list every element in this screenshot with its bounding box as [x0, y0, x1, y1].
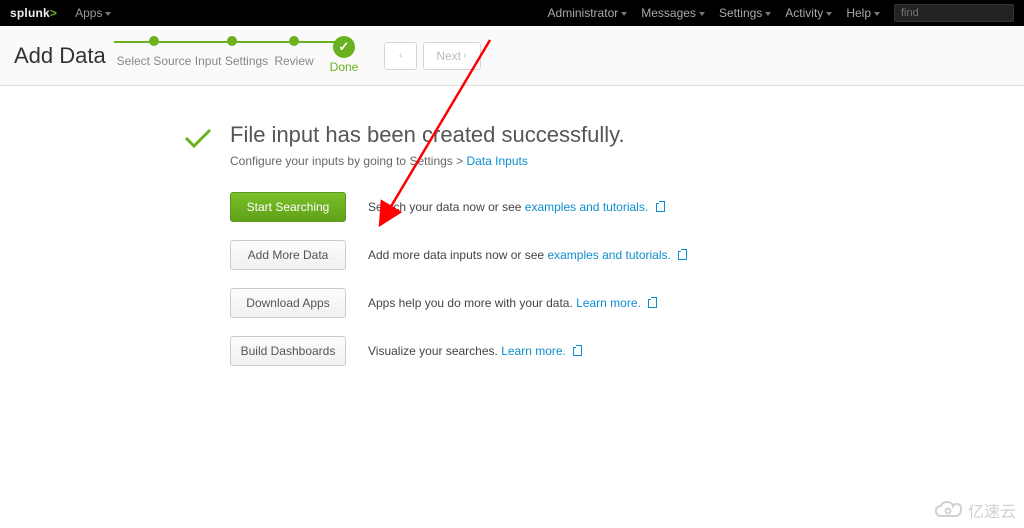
start-searching-button[interactable]: Start Searching: [230, 192, 346, 222]
main-content: File input has been created successfully…: [0, 86, 1024, 384]
action-desc: Apps help you do more with your data. Le…: [368, 296, 657, 310]
administrator-menu[interactable]: Administrator: [548, 6, 628, 20]
external-link-icon: [678, 251, 687, 260]
action-row-download-apps: Download Apps Apps help you do more with…: [230, 288, 1024, 318]
examples-tutorials-link[interactable]: examples and tutorials.: [525, 200, 648, 214]
chevron-down-icon: [765, 12, 771, 16]
success-subline: Configure your inputs by going to Settin…: [230, 154, 1024, 168]
success-headline: File input has been created successfully…: [230, 122, 1024, 148]
data-inputs-link[interactable]: Data Inputs: [466, 154, 527, 168]
brand-logo[interactable]: splunk>: [10, 6, 57, 20]
wizard-step-label: Select Source: [117, 54, 192, 68]
action-row-start-searching: Start Searching Search your data now or …: [230, 192, 1024, 222]
step-dot-icon: [149, 36, 159, 46]
global-search-input[interactable]: [895, 5, 1013, 21]
desc-prefix: Add more data inputs now or see: [368, 248, 547, 262]
success-check-icon: [184, 128, 212, 148]
wizard-step-label: Input Settings: [195, 54, 268, 68]
success-gutter: [0, 122, 230, 384]
build-dashboards-button[interactable]: Build Dashboards: [230, 336, 346, 366]
chevron-right-icon: ›: [463, 50, 466, 61]
add-more-data-button[interactable]: Add More Data: [230, 240, 346, 270]
subline-prefix: Configure your inputs by going to Settin…: [230, 154, 466, 168]
content-column: File input has been created successfully…: [230, 122, 1024, 384]
topbar-right: Administrator Messages Settings Activity…: [548, 4, 1014, 22]
apps-menu[interactable]: Apps: [75, 6, 111, 20]
wizard-step-label: Done: [330, 60, 359, 74]
watermark-text: 亿速云: [968, 498, 1016, 522]
desc-prefix: Visualize your searches.: [368, 344, 501, 358]
examples-tutorials-link[interactable]: examples and tutorials.: [547, 248, 670, 262]
wizard-step-label: Review: [274, 54, 313, 68]
page-header: Add Data Select Source Input Settings Re…: [0, 26, 1024, 86]
settings-menu[interactable]: Settings: [719, 6, 771, 20]
brand-suffix: >: [50, 6, 57, 20]
brand-text: splunk: [10, 6, 50, 20]
apps-menu-label: Apps: [75, 6, 102, 20]
external-link-icon: [648, 299, 657, 308]
action-desc: Search your data now or see examples and…: [368, 200, 665, 214]
wizard-connector: [269, 41, 336, 43]
cloud-icon: [934, 501, 964, 519]
chevron-left-icon: ‹: [399, 50, 402, 61]
action-row-build-dashboards: Build Dashboards Visualize your searches…: [230, 336, 1024, 366]
action-row-add-more-data: Add More Data Add more data inputs now o…: [230, 240, 1024, 270]
page-title: Add Data: [14, 43, 114, 69]
action-desc: Add more data inputs now or see examples…: [368, 248, 687, 262]
messages-menu[interactable]: Messages: [641, 6, 705, 20]
action-desc: Visualize your searches. Learn more.: [368, 344, 582, 358]
help-menu[interactable]: Help: [846, 6, 880, 20]
topbar: splunk> Apps Administrator Messages Sett…: [0, 0, 1024, 26]
activity-menu[interactable]: Activity: [785, 6, 832, 20]
chevron-down-icon: [826, 12, 832, 16]
chevron-down-icon: [874, 12, 880, 16]
external-link-icon: [656, 203, 665, 212]
desc-prefix: Apps help you do more with your data.: [368, 296, 576, 310]
next-button-label: Next: [436, 49, 461, 63]
download-apps-button[interactable]: Download Apps: [230, 288, 346, 318]
step-dot-icon: [289, 36, 299, 46]
chevron-down-icon: [105, 12, 111, 16]
learn-more-link[interactable]: Learn more.: [501, 344, 566, 358]
global-search[interactable]: [894, 4, 1014, 22]
watermark: 亿速云: [934, 498, 1016, 522]
next-button[interactable]: Next›: [423, 42, 481, 70]
chevron-down-icon: [621, 12, 627, 16]
desc-prefix: Search your data now or see: [368, 200, 525, 214]
learn-more-link[interactable]: Learn more.: [576, 296, 641, 310]
external-link-icon: [573, 347, 582, 356]
wizard-steps: Select Source Input Settings Review Done: [114, 36, 354, 76]
step-done-check-icon: [333, 36, 355, 58]
chevron-down-icon: [699, 12, 705, 16]
wizard-nav-buttons: ‹ Next›: [384, 42, 481, 70]
back-button[interactable]: ‹: [384, 42, 417, 70]
step-dot-icon: [227, 36, 237, 46]
